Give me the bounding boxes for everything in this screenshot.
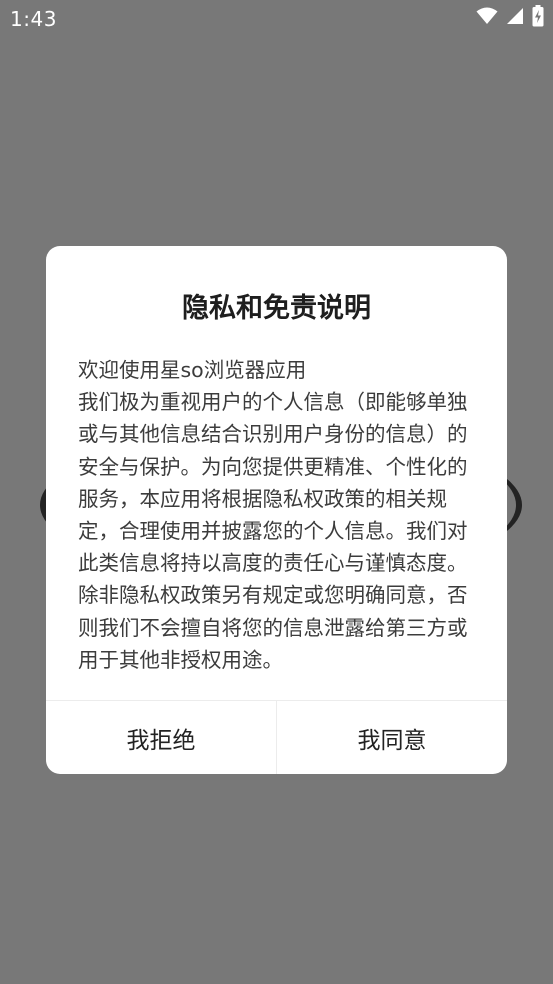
agree-button[interactable]: 我同意 bbox=[277, 701, 507, 774]
status-bar: 1:43 bbox=[0, 0, 553, 38]
privacy-dialog: 隐私和免责说明 欢迎使用星so浏览器应用 我们极为重视用户的个人信息（即能够单独… bbox=[46, 246, 507, 774]
dialog-body-text: 欢迎使用星so浏览器应用 我们极为重视用户的个人信息（即能够单独或与其他信息结合… bbox=[78, 358, 468, 672]
wifi-icon bbox=[476, 7, 498, 29]
reject-button[interactable]: 我拒绝 bbox=[46, 701, 276, 774]
dialog-title: 隐私和免责说明 bbox=[182, 293, 371, 324]
status-icons bbox=[476, 5, 544, 31]
battery-charging-icon bbox=[532, 5, 544, 31]
status-time: 1:43 bbox=[10, 7, 57, 31]
signal-icon bbox=[506, 7, 524, 29]
